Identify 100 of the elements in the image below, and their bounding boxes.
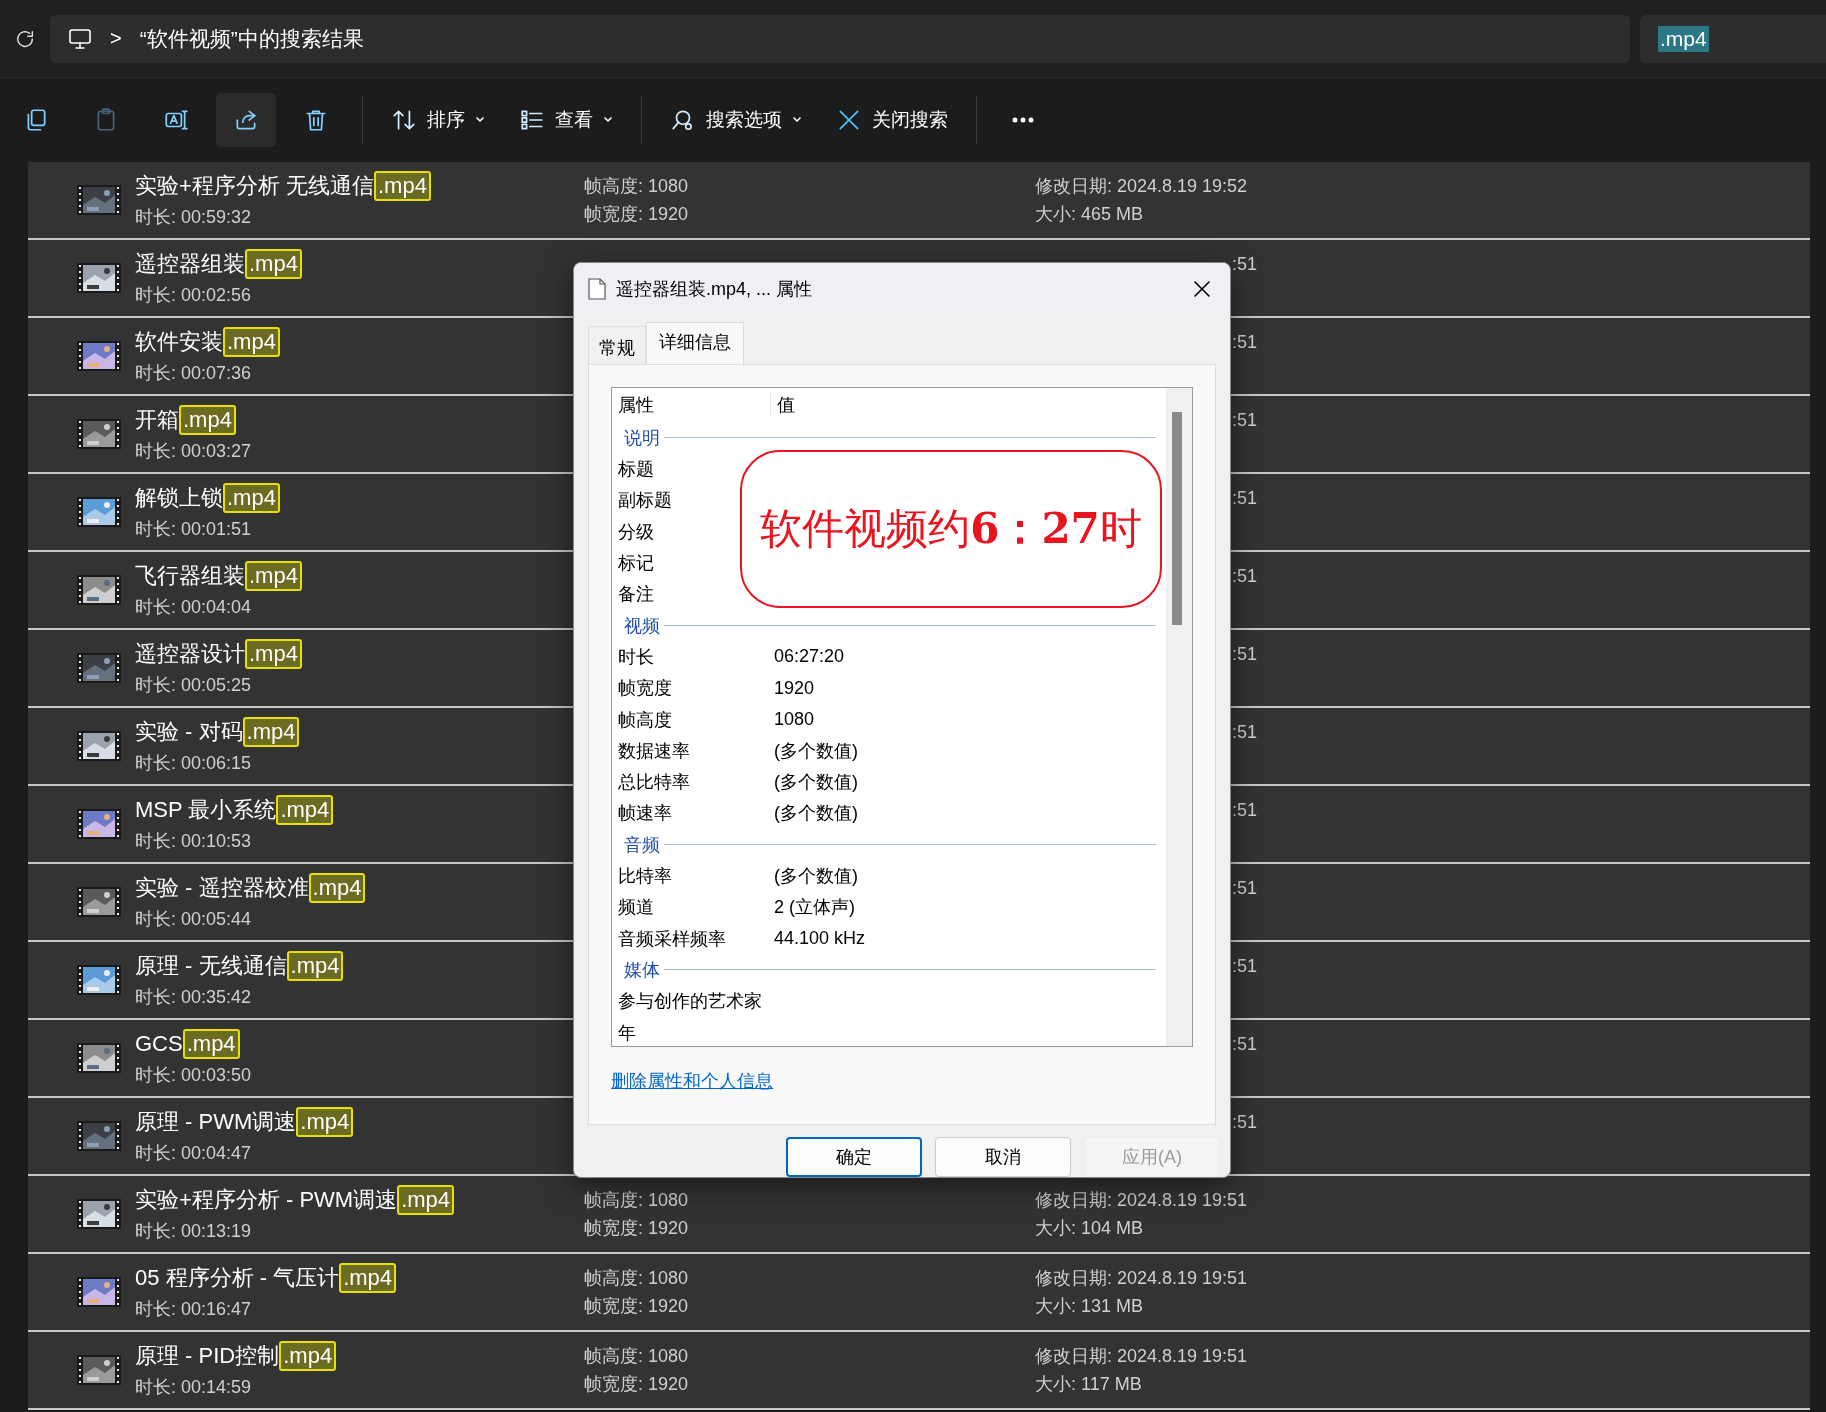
file-name[interactable]: 飞行器组装 [135,561,245,591]
property-value: 06:27:20 [773,646,846,668]
file-duration: 时长: 00:03:50 [135,1063,253,1087]
toolbar-menu-button[interactable]: 搜索选项 [658,93,814,147]
dialog-tab[interactable]: 常规 [588,326,646,365]
file-name[interactable]: 原理 - PWM调速 [135,1107,297,1137]
property-name: 副标题 [618,489,673,513]
search-highlight: .mp4 [245,561,302,591]
file-name[interactable]: 原理 - 无线通信 [135,951,287,981]
frame-width: 帧宽度: 1920 [584,1217,690,1240]
search-highlight: .mp4 [397,1185,455,1215]
modified-date: 修改日期: 2024.8.19 19:51 [1035,1267,1249,1290]
property-name: 标题 [618,458,655,482]
file-name[interactable]: 实验+程序分析 无线通信 [135,171,374,201]
property-value: (多个数值) [773,865,859,888]
search-highlight: .mp4 [242,717,300,747]
property-name: 频道 [618,896,655,920]
search-highlight: .mp4 [182,1029,240,1059]
list-view-icon [519,107,545,133]
frame-height: 帧高度: 1080 [584,175,690,198]
file-name[interactable]: 遥控器组装 [135,249,245,279]
modified-date: :51 [1232,331,1259,353]
file-size: 大小: 131 MB [1035,1295,1145,1318]
toolbar-button[interactable] [216,93,276,147]
file-name[interactable]: 开箱 [135,405,179,435]
search-highlight: .mp4 [276,795,334,825]
address-bar[interactable]: > “软件视频”中的搜索结果 [50,14,1630,63]
rename-icon [163,107,189,133]
file-duration: 时长: 00:04:47 [135,1142,253,1165]
file-duration: 时长: 00:14:59 [135,1376,253,1399]
property-value: 2 (立体声) [773,896,856,920]
column-header[interactable]: 属性 [618,393,770,418]
dialog-tab[interactable]: 详细信息 [646,322,744,365]
property-value: (多个数值) [773,739,859,763]
property-name: 参与创作的艺术家 [618,990,763,1014]
frame-width: 帧宽度: 1920 [584,1295,690,1318]
caret-icon [792,117,802,123]
file-name[interactable]: 实验+程序分析 - PWM调速 [135,1185,398,1215]
modified-date: :51 [1232,643,1259,665]
search-highlight: .mp4 [308,873,366,903]
file-size: 大小: 465 MB [1035,203,1145,226]
property-name: 音频采样频率 [618,927,727,951]
toolbar-menu-button[interactable]: 查看 [507,93,625,147]
search-highlight: .mp4 [223,327,280,357]
caret-icon [603,117,613,123]
modified-date: :51 [1232,955,1259,977]
property-value: 44.100 kHz [773,928,867,950]
dialog-button[interactable]: 取消 [935,1137,1071,1177]
frame-height: 帧高度: 1080 [584,1345,690,1368]
file-name[interactable]: 解锁上锁 [135,483,223,513]
file-duration: 时长: 00:02:56 [135,284,253,307]
toolbar-button[interactable]: 关闭搜索 [824,93,960,147]
file-duration: 时长: 00:07:36 [135,362,253,385]
share-icon [233,107,259,133]
dialog-button[interactable]: 确定 [786,1137,922,1177]
property-name: 比特率 [618,865,673,888]
toolbar-menu-button[interactable]: 排序 [379,93,497,147]
modified-date: :51 [1232,253,1259,275]
computer-icon [68,27,92,50]
file-name[interactable]: 实验 - 遥控器校准 [135,873,309,903]
property-group: 音频 [624,832,660,857]
property-value: (多个数值) [773,802,859,826]
file-name[interactable]: 05 程序分析 - 气压计 [135,1263,340,1293]
frame-width: 帧宽度: 1920 [584,1373,690,1396]
property-name: 备注 [618,583,655,607]
file-name[interactable]: MSP 最小系统 [135,795,277,825]
close-icon [1192,278,1212,299]
property-name: 标记 [618,552,655,576]
modified-date: :51 [1232,409,1259,431]
file-size: 大小: 104 MB [1035,1217,1145,1240]
file-name[interactable]: 遥控器设计 [135,639,245,669]
remove-properties-link[interactable]: 删除属性和个人信息 [611,1069,773,1094]
file-name[interactable]: 软件安装 [135,327,223,357]
file-name[interactable]: 实验 - 对码 [135,717,243,747]
search-highlight: .mp4 [286,951,344,981]
search-field[interactable]: .mp4 [1640,14,1826,63]
file-name[interactable]: 原理 - PID控制 [135,1341,280,1371]
search-highlight: .mp4 [245,249,302,279]
property-name: 帧宽度 [618,677,673,701]
caret-icon [475,117,485,123]
file-size: 大小: 117 MB [1035,1373,1143,1396]
more-icon [1012,117,1034,123]
file-duration: 时长: 00:59:32 [135,206,253,229]
file-duration: 时长: 00:01:51 [135,518,253,541]
file-name[interactable]: GCS [135,1031,183,1057]
search-highlight: .mp4 [245,639,302,669]
frame-height: 帧高度: 1080 [584,1189,690,1212]
property-group: 说明 [624,425,660,450]
scrollbar-thumb[interactable] [1172,412,1182,626]
modified-date: :51 [1232,877,1259,899]
property-name: 帧高度 [618,708,673,732]
property-value: 1080 [773,709,816,731]
modified-date: 修改日期: 2024.8.19 19:51 [1035,1345,1249,1368]
file-duration: 时长: 00:35:42 [135,986,253,1009]
frame-height: 帧高度: 1080 [584,1267,690,1290]
breadcrumb-path[interactable]: “软件视频”中的搜索结果 [139,24,364,53]
file-duration: 时长: 00:06:15 [135,752,253,775]
search-highlight: .mp4 [339,1263,397,1293]
file-duration: 时长: 00:04:04 [135,596,253,619]
modified-date: :51 [1232,799,1259,821]
